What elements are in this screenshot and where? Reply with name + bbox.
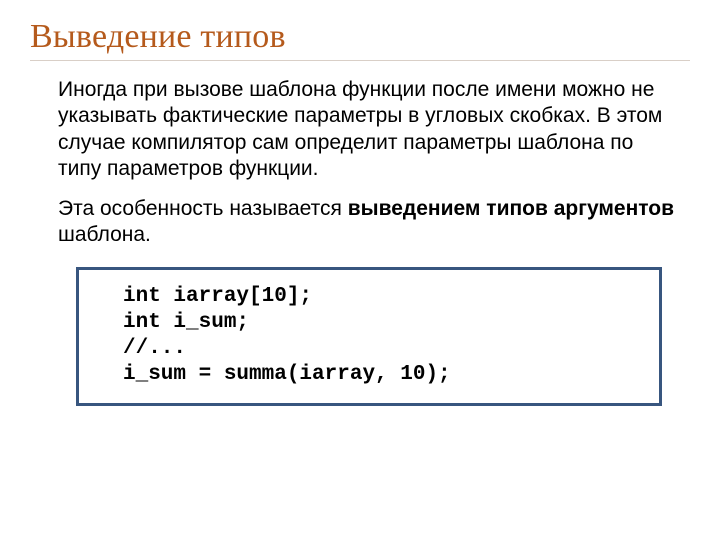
slide-title: Выведение типов (30, 18, 690, 61)
paragraph-2-tail: шаблона. (58, 223, 151, 246)
paragraph-2-lead: Эта особенность называется (58, 197, 348, 220)
slide: Выведение типов Иногда при вызове шаблон… (0, 0, 720, 540)
paragraph-2-bold: выведением типов аргументов (348, 197, 674, 220)
paragraph-1: Иногда при вызове шаблона функции после … (58, 77, 682, 182)
code-block: int iarray[10]; int i_sum; //... i_sum =… (76, 267, 662, 406)
paragraph-2: Эта особенность называется выведением ти… (58, 196, 682, 249)
